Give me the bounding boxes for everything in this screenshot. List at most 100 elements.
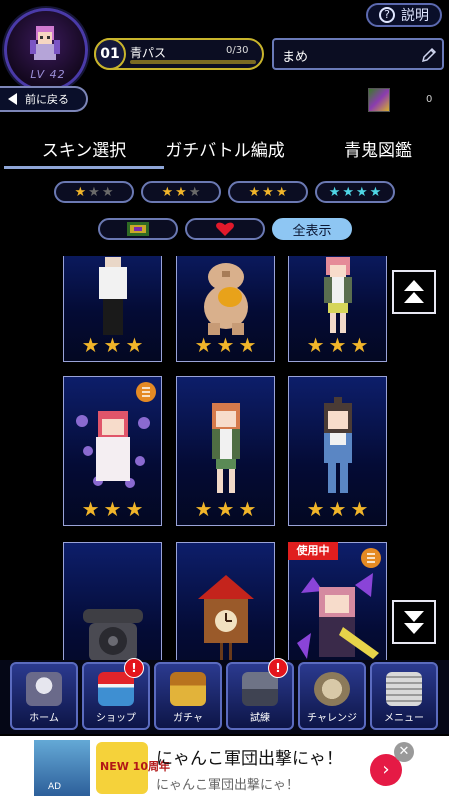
- filter-3-star[interactable]: ★ ★ ★: [228, 181, 308, 203]
- pass-progress[interactable]: 01 青パス 0/30: [94, 38, 264, 70]
- pass-label: 青パス: [130, 46, 167, 60]
- ad-banner[interactable]: AD NEW 10周年 にゃんこ軍団出撃にゃ！ にゃんこ軍団出撃にゃ！ › ✕: [0, 736, 449, 800]
- rarity-stars: ★ ★ ★: [194, 497, 257, 521]
- rarity-stars: ★ ★ ★: [81, 333, 144, 357]
- skin-card[interactable]: ★ ★ ★: [176, 376, 275, 526]
- ad-title: にゃんこ軍団出撃にゃ！: [156, 749, 343, 769]
- filter-favorite[interactable]: [185, 218, 265, 240]
- filter-1-star[interactable]: ★ ★ ★: [54, 181, 134, 203]
- tab-skin-select[interactable]: スキン選択: [4, 136, 164, 161]
- notification-badge: !: [124, 658, 144, 678]
- filter-4-star[interactable]: ★ ★ ★ ★: [315, 181, 395, 203]
- filter-show-all[interactable]: 全表示: [272, 218, 352, 240]
- heart-icon: [216, 222, 234, 236]
- character-sprite-icon: [211, 403, 240, 493]
- back-button[interactable]: 前に戻る: [0, 86, 88, 112]
- nav-label: メニュー: [384, 713, 424, 724]
- in-use-badge: 使用中: [288, 542, 338, 560]
- item-icon: [368, 88, 390, 112]
- skin-card[interactable]: ★ ★ ★: [176, 256, 275, 362]
- tower-icon: [242, 672, 278, 706]
- nav-label: チャレンジ: [307, 713, 357, 724]
- star-icon: ★: [161, 184, 174, 200]
- skin-card[interactable]: ★ ★ ★: [63, 376, 162, 526]
- pencil-icon[interactable]: [420, 46, 438, 64]
- scroll-bottom-button[interactable]: [392, 600, 436, 644]
- character-sprite-icon: [323, 257, 352, 333]
- nav-label: ホーム: [29, 713, 59, 724]
- ad-video-thumbnail[interactable]: [34, 740, 90, 796]
- item-count: 0: [426, 94, 433, 105]
- top-header: LV 42 ? 説明 01 青パス 0/30 まめ 前に戻る 0: [0, 0, 449, 120]
- tab-gachi-battle[interactable]: ガチバトル編成: [152, 136, 298, 161]
- question-icon: ?: [379, 7, 395, 23]
- ad-close-button[interactable]: ✕: [394, 742, 414, 762]
- ad-label: AD: [48, 782, 62, 792]
- tab-aooni-encyclopedia[interactable]: 青鬼図鑑: [310, 136, 446, 161]
- nav-label: ショップ: [96, 713, 136, 724]
- star-icon: ★: [275, 184, 288, 200]
- star-cyan-icon: ★: [342, 184, 354, 200]
- star-cyan-icon: ★: [369, 184, 382, 200]
- ad-subtitle: にゃんこ軍団出撃にゃ！: [156, 778, 300, 793]
- rarity-stars: ★ ★ ★: [306, 333, 369, 357]
- double-up-arrow-icon: [404, 280, 424, 303]
- tab-bar: スキン選択 ガチバトル編成 青鬼図鑑: [0, 122, 449, 170]
- bottom-navigation: ホーム ! ショップ ガチャ ! 試練 チャレンジ メニュー: [0, 658, 449, 734]
- scroll-top-button[interactable]: [392, 270, 436, 314]
- rarity-stars: ★ ★ ★: [306, 497, 369, 521]
- special-skin-icon: [361, 548, 381, 568]
- pass-number: 01: [94, 38, 126, 70]
- active-tab-indicator: [4, 166, 164, 169]
- skin-card[interactable]: ★ ★ ★: [288, 376, 387, 526]
- nav-trial[interactable]: ! 試練: [226, 658, 294, 730]
- character-sprite-icon: [98, 257, 127, 335]
- skin-card[interactable]: [176, 542, 275, 660]
- star-empty-icon: ★: [88, 184, 100, 200]
- nav-challenge[interactable]: チャレンジ: [298, 662, 366, 730]
- nav-gacha[interactable]: ガチャ: [154, 662, 222, 730]
- nav-label: 試練: [250, 713, 270, 724]
- document-icon: [386, 672, 422, 706]
- filter-2-star[interactable]: ★ ★ ★: [141, 181, 221, 203]
- back-arrow-icon: [8, 93, 17, 105]
- notification-badge: !: [268, 658, 288, 678]
- rarity-stars: ★ ★ ★: [81, 497, 144, 521]
- special-skin-icon: [136, 382, 156, 402]
- home-avatar-icon: [26, 672, 62, 706]
- character-sprite-icon: [75, 411, 150, 488]
- skin-card[interactable]: ★ ★ ★: [288, 256, 387, 362]
- player-name: まめ: [282, 50, 309, 65]
- star-cyan-icon: ★: [328, 184, 341, 200]
- star-icon: ★: [175, 184, 187, 200]
- bear-sprite-icon: [203, 263, 248, 335]
- star-icon: ★: [262, 184, 274, 200]
- treasure-chest-icon: [170, 672, 206, 706]
- star-empty-icon: ★: [188, 184, 201, 200]
- nav-home[interactable]: ホーム: [10, 662, 78, 730]
- rarity-stars: ★ ★ ★: [194, 333, 257, 357]
- skin-card[interactable]: [63, 542, 162, 660]
- star-cyan-icon: ★: [356, 184, 368, 200]
- shop-icon: [98, 672, 134, 706]
- help-button[interactable]: ? 説明: [366, 3, 442, 27]
- character-sprite-icon: [296, 573, 379, 659]
- coin-icon: [314, 672, 350, 706]
- star-icon: ★: [248, 184, 261, 200]
- player-name-field[interactable]: まめ: [272, 38, 444, 70]
- nav-shop[interactable]: ! ショップ: [82, 658, 150, 730]
- cuckoo-clock-icon: [197, 575, 254, 660]
- avatar-character-icon: [30, 26, 60, 60]
- help-label: 説明: [401, 8, 429, 24]
- star-icon: ★: [74, 184, 87, 200]
- filter-aooni[interactable]: [98, 218, 178, 240]
- skin-grid: ★ ★ ★ ★ ★ ★ ★ ★ ★ ★ ★ ★ ★ ★ ★ ★ ★ ★ 使用中: [0, 256, 449, 660]
- nav-label: ガチャ: [173, 713, 203, 724]
- skin-card[interactable]: ★ ★ ★: [63, 256, 162, 362]
- pass-count: 0/30: [226, 45, 249, 56]
- back-label: 前に戻る: [25, 93, 69, 106]
- pass-progress-bar: [130, 60, 256, 64]
- star-empty-icon: ★: [101, 184, 114, 200]
- telephone-icon: [82, 609, 143, 660]
- nav-menu[interactable]: メニュー: [370, 662, 438, 730]
